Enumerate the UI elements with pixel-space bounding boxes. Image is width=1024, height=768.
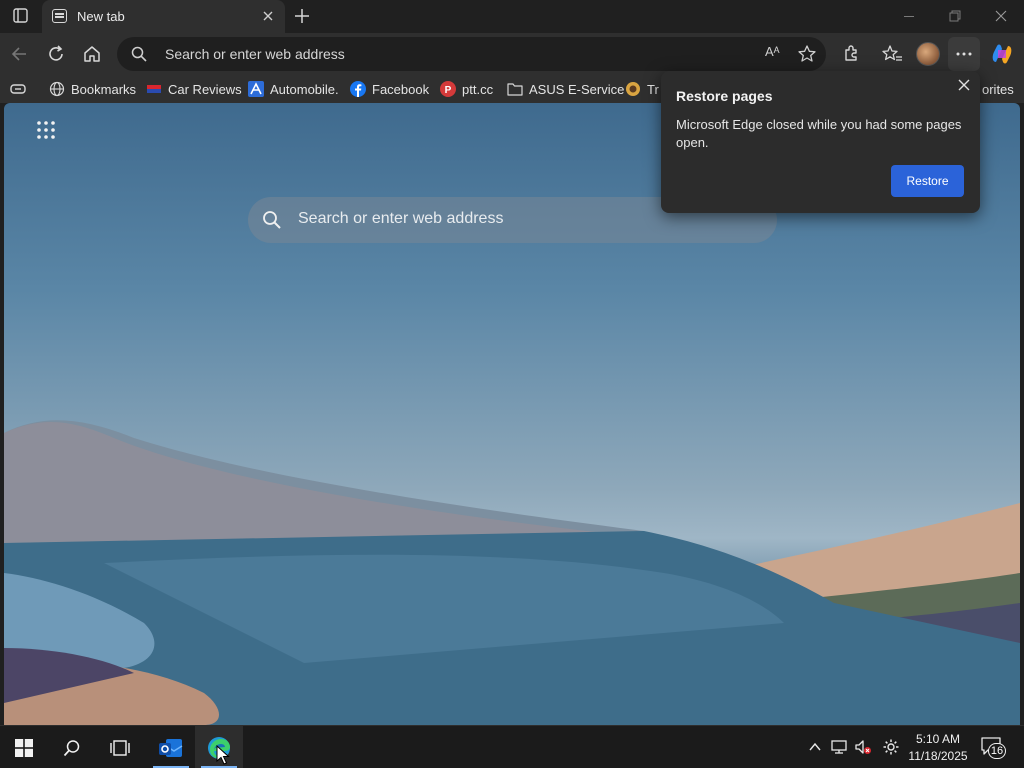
settings-more-button[interactable]: [948, 37, 980, 71]
clock-time: 5:10 AM: [915, 732, 961, 746]
network-icon[interactable]: [830, 738, 848, 756]
windows-logo-icon: [15, 738, 33, 757]
facebook-icon: [350, 81, 366, 97]
outlook-app-icon[interactable]: [147, 726, 195, 768]
copilot-icon[interactable]: [990, 42, 1014, 66]
notification-count-badge: 16: [988, 743, 1006, 759]
notification-center-button[interactable]: 16: [980, 736, 1008, 760]
car-reviews-icon: [147, 85, 161, 93]
ptt-icon: P: [440, 81, 456, 97]
address-input[interactable]: Search or enter web address: [165, 46, 345, 62]
system-clock[interactable]: 5:10 AM 11/18/2025: [904, 731, 972, 765]
tr-icon: [626, 82, 640, 96]
svg-text:P: P: [445, 85, 452, 96]
bookmark-car-reviews[interactable]: Car Reviews: [146, 79, 242, 99]
task-view-icon[interactable]: [96, 726, 144, 768]
extensions-icon[interactable]: [839, 42, 863, 66]
navigation-toolbar: Search or enter web address Aᴬ: [0, 33, 1024, 75]
clock-date: 11/18/2025: [908, 749, 968, 763]
home-icon[interactable]: [80, 42, 104, 66]
refresh-icon[interactable]: [44, 42, 68, 66]
start-button[interactable]: [0, 726, 48, 768]
popup-message: Microsoft Edge closed while you had some…: [676, 117, 962, 150]
bookmark-label: Bookmarks: [71, 81, 137, 97]
tab-close-icon[interactable]: [261, 9, 275, 23]
sidebar-toggle-icon[interactable]: [10, 79, 26, 99]
restore-pages-popup: Restore pages Microsoft Edge closed whil…: [661, 71, 980, 213]
restore-button[interactable]: Restore: [891, 165, 964, 197]
bookmark-bookmarks[interactable]: Bookmarks: [49, 79, 136, 99]
bookmark-automobile[interactable]: Automobile.: [248, 79, 339, 99]
read-aloud-icon[interactable]: Aᴬ: [765, 44, 787, 64]
new-tab-search-input[interactable]: Search or enter web address: [298, 210, 503, 228]
favorites-icon[interactable]: [880, 42, 904, 66]
bookmark-other-favorites[interactable]: orites: [982, 79, 1014, 99]
profile-avatar[interactable]: [916, 42, 940, 66]
restore-window-button[interactable]: [932, 0, 978, 33]
new-tab-button[interactable]: [292, 6, 312, 26]
taskbar-search-icon[interactable]: [48, 726, 96, 768]
address-bar[interactable]: Search or enter web address Aᴬ: [117, 37, 826, 71]
back-icon[interactable]: [8, 42, 32, 66]
title-bar: New tab: [0, 0, 1024, 33]
bookmark-ptt[interactable]: P ptt.cc: [440, 79, 493, 99]
close-window-button[interactable]: [978, 0, 1024, 33]
apps-launcher-icon[interactable]: [36, 120, 56, 140]
bookmark-label: ASUS E-Service: [529, 81, 625, 97]
popup-title: Restore pages: [676, 88, 773, 104]
tab-new-tab[interactable]: New tab: [42, 0, 285, 33]
minimize-button[interactable]: [886, 0, 932, 33]
add-favorite-star-icon[interactable]: [797, 44, 817, 64]
search-icon: [131, 46, 147, 62]
new-tab-favicon-icon: [52, 9, 67, 23]
tab-title: New tab: [77, 9, 125, 24]
volume-muted-icon[interactable]: [854, 738, 872, 756]
automobile-icon: [248, 81, 264, 97]
globe-icon: [49, 81, 65, 97]
folder-icon: [507, 83, 523, 96]
taskbar: 5:10 AM 11/18/2025 16: [0, 725, 1024, 768]
bookmark-label: orites: [982, 81, 1014, 97]
bookmark-facebook[interactable]: Facebook: [350, 79, 429, 99]
bookmark-tr[interactable]: Tr: [625, 79, 659, 99]
bookmark-label: Automobile.: [270, 81, 339, 97]
bookmark-label: Tr: [647, 81, 659, 97]
mouse-cursor-icon: [216, 745, 230, 765]
bookmark-asus-e-service[interactable]: ASUS E-Service: [507, 79, 624, 99]
bookmark-label: ptt.cc: [462, 81, 494, 97]
settings-gear-icon[interactable]: [882, 738, 900, 756]
tab-actions-icon[interactable]: [8, 6, 32, 26]
bookmark-label: Car Reviews: [168, 81, 242, 97]
search-icon: [262, 210, 282, 230]
bookmark-label: Facebook: [372, 81, 430, 97]
show-hidden-icons-chevron-up-icon[interactable]: [806, 738, 824, 756]
close-icon[interactable]: [956, 77, 972, 93]
